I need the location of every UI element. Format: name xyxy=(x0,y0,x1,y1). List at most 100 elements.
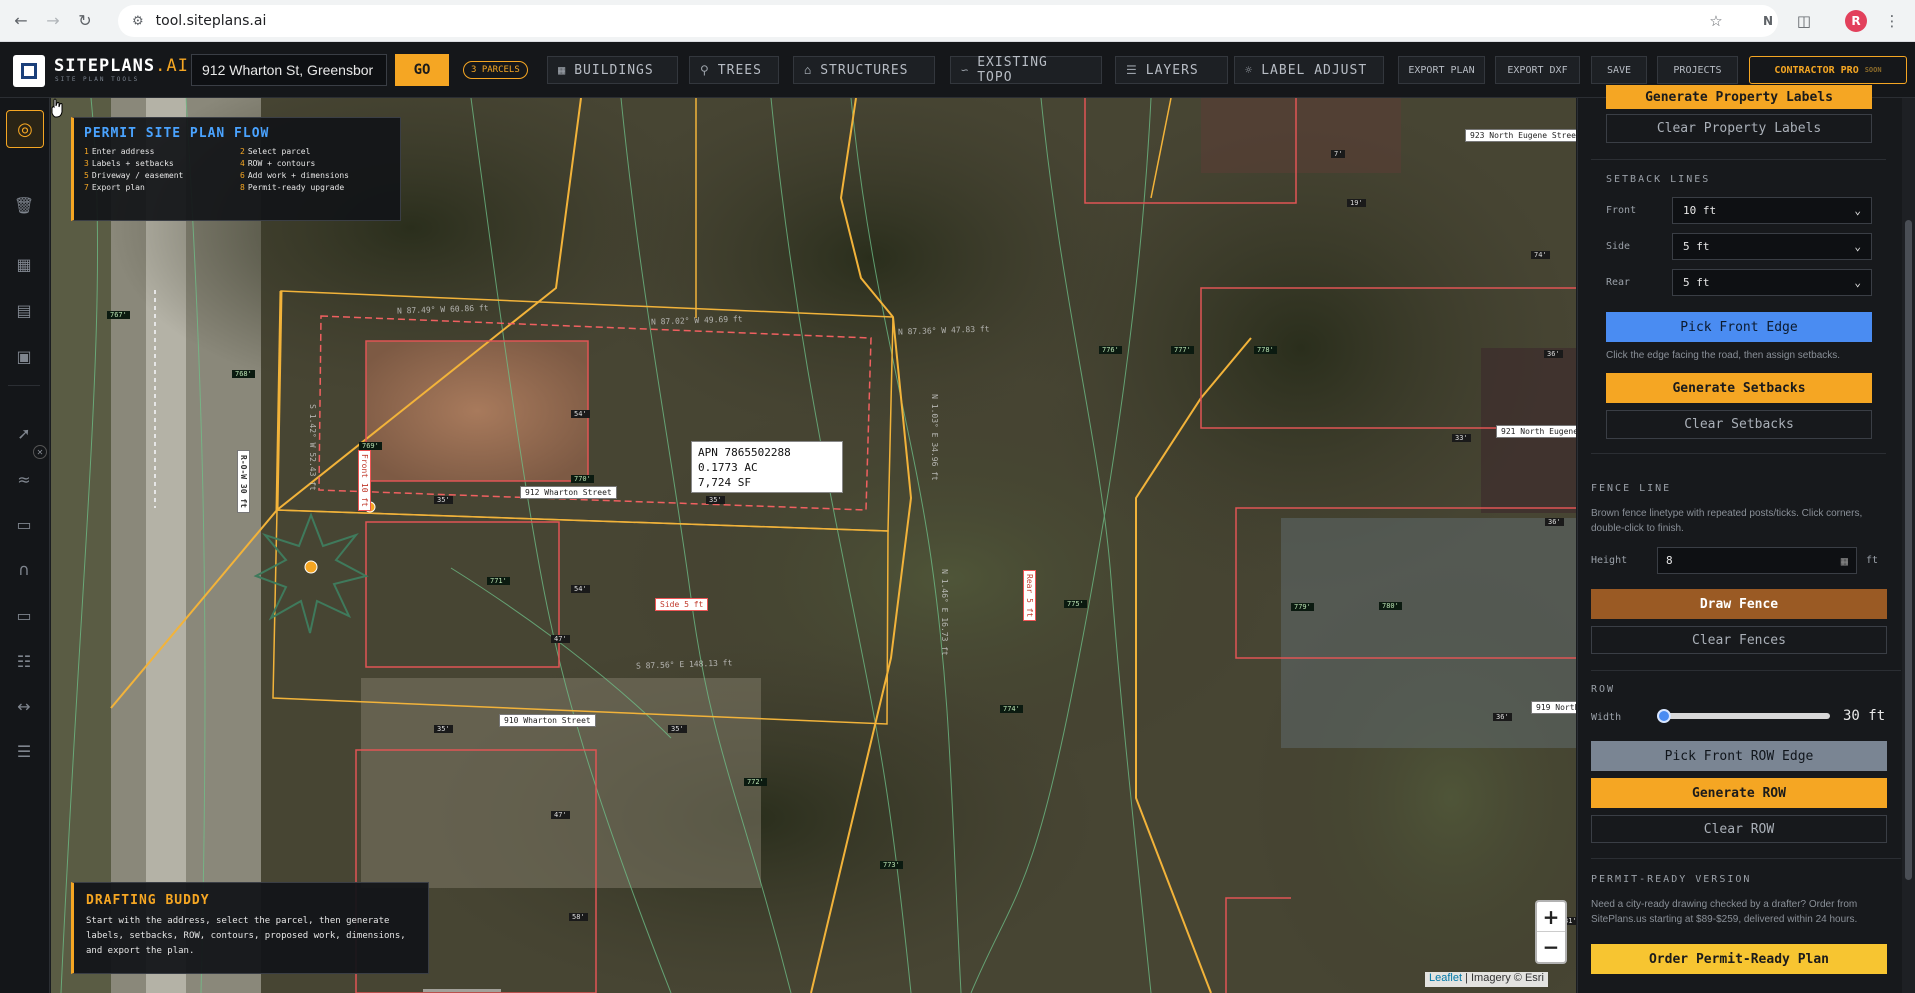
export-dxf-button[interactable]: EXPORT DXF xyxy=(1495,56,1580,84)
pick-front-row-edge-button[interactable]: Pick Front ROW Edge xyxy=(1591,741,1887,771)
front-setback-select[interactable]: 10 ft ⌄ xyxy=(1672,197,1872,224)
label-adjust-button[interactable]: ☼ LABEL ADJUST xyxy=(1234,56,1384,84)
browser-toolbar: ← → ↻ ⚙ tool.siteplans.ai ☆ N ◫ R ⋮ xyxy=(0,0,1915,42)
extensions-puzzle-icon[interactable]: ◫ xyxy=(1792,9,1816,33)
row-width-value: 30 ft xyxy=(1843,708,1886,724)
grid-tool-icon[interactable]: ▦ xyxy=(11,251,37,277)
zoom-in-button[interactable]: + xyxy=(1537,902,1565,932)
buildings-button[interactable]: ▦ BUILDINGS xyxy=(547,56,678,84)
clear-fences-button[interactable]: Clear Fences xyxy=(1591,626,1887,654)
fence-height-input[interactable]: 8 ▦ xyxy=(1657,547,1857,574)
forward-icon[interactable]: → xyxy=(42,10,64,32)
slope-icon[interactable]: ➚ xyxy=(11,420,37,446)
flow-step: 8 Permit-ready upgrade xyxy=(240,183,390,192)
dimension-label: 47' xyxy=(551,811,570,819)
logo-icon xyxy=(13,55,45,87)
apn-acres: 0.1773 AC xyxy=(698,461,758,474)
flow-step-number: 4 xyxy=(240,159,245,168)
side-setback-select[interactable]: 5 ft ⌄ xyxy=(1672,233,1872,260)
roof-912 xyxy=(366,341,588,481)
flow-step-number: 7 xyxy=(84,183,89,192)
dimension-label: 47' xyxy=(551,635,570,643)
dimension-label: 58' xyxy=(569,913,588,921)
profile-avatar[interactable]: R xyxy=(1845,10,1867,32)
leaflet-link[interactable]: Leaflet xyxy=(1429,972,1462,984)
contour-label: 774' xyxy=(1000,705,1023,713)
rear-setback-select[interactable]: 5 ft ⌄ xyxy=(1672,269,1872,296)
address-label: 912 Wharton Street xyxy=(520,486,617,499)
apn-info-box[interactable]: APN 7865502288 0.1773 AC 7,724 SF xyxy=(691,441,843,493)
label-adjust-label: LABEL ADJUST xyxy=(1261,62,1368,78)
flow-step-number: 8 xyxy=(240,183,245,192)
select-target-icon[interactable]: ◎ xyxy=(6,110,44,148)
url-bar[interactable]: ⚙ tool.siteplans.ai xyxy=(118,5,1778,37)
address-label: 923 North Eugene Street xyxy=(1465,129,1576,142)
go-button[interactable]: GO xyxy=(395,54,449,86)
zoom-out-button[interactable]: − xyxy=(1537,932,1565,962)
generate-setbacks-button[interactable]: Generate Setbacks xyxy=(1606,373,1872,403)
structures-button[interactable]: ⌂ STRUCTURES xyxy=(793,56,935,84)
fence-icon[interactable]: ☷ xyxy=(11,648,37,674)
contour-label: 773' xyxy=(880,861,903,869)
trash-icon[interactable]: 🗑 xyxy=(11,192,37,218)
document-icon[interactable]: ▤ xyxy=(11,297,37,323)
parcels-badge[interactable]: 3 PARCELS xyxy=(463,61,528,79)
order-permit-ready-plan-button[interactable]: Order Permit-Ready Plan xyxy=(1591,944,1887,974)
map-canvas[interactable]: PERMIT SITE PLAN FLOW 1 Enter address 2 Se… xyxy=(51,98,1576,993)
browser-menu-icon[interactable]: ⋮ xyxy=(1880,9,1904,33)
clear-row-button[interactable]: Clear ROW xyxy=(1591,815,1887,843)
stepper-icon[interactable]: ▦ xyxy=(1841,554,1848,568)
scrollbar-thumb[interactable] xyxy=(1905,220,1912,880)
row-width-slider-thumb[interactable] xyxy=(1657,709,1671,723)
permit-flow-panel: PERMIT SITE PLAN FLOW 1 Enter address 2 Se… xyxy=(71,117,401,221)
bookmark-star-icon[interactable]: ☆ xyxy=(1704,9,1728,33)
dimension-label: 54' xyxy=(571,585,590,593)
permit-ready-hint: Need a city-ready drawing checked by a d… xyxy=(1591,899,1858,925)
width-label: Width xyxy=(1591,712,1622,723)
dimension-label: 35' xyxy=(668,725,687,733)
easement-icon[interactable]: ▭ xyxy=(11,602,37,628)
flow-step-text: Permit-ready upgrade xyxy=(247,183,345,192)
close-small-icon[interactable]: ✕ xyxy=(33,445,47,459)
layers-button[interactable]: ☰ LAYERS xyxy=(1115,56,1228,84)
export-plan-button[interactable]: EXPORT PLAN xyxy=(1398,56,1485,84)
dimension-icon[interactable]: ↔ xyxy=(11,693,37,719)
dimension-label: 74' xyxy=(1531,251,1550,259)
tree-icon: ⚲ xyxy=(700,63,710,77)
draw-fence-button[interactable]: Draw Fence xyxy=(1591,589,1887,619)
back-icon[interactable]: ← xyxy=(10,10,32,32)
front-setback-value: 10 ft xyxy=(1683,204,1717,217)
contour-label: 778' xyxy=(1254,346,1277,354)
arch-icon[interactable]: ∩ xyxy=(11,556,37,582)
zoom-control: + − xyxy=(1535,900,1567,964)
panel-scrollbar[interactable] xyxy=(1902,98,1915,993)
frame-icon[interactable]: ▣ xyxy=(11,343,37,369)
generate-row-button[interactable]: Generate ROW xyxy=(1591,778,1887,808)
clear-property-labels-button[interactable]: Clear Property Labels xyxy=(1606,114,1872,143)
extension-icon[interactable]: N xyxy=(1756,9,1780,33)
clear-setbacks-button[interactable]: Clear Setbacks xyxy=(1606,410,1872,439)
reload-icon[interactable]: ↻ xyxy=(74,10,96,32)
existing-topo-button[interactable]: ∽ EXISTING TOPO xyxy=(950,55,1102,85)
address-label: 910 Wharton Street xyxy=(499,714,596,727)
list-icon[interactable]: ☰ xyxy=(11,738,37,764)
site-info-icon[interactable]: ⚙ xyxy=(132,14,144,29)
side-setback-label: Side 5 ft xyxy=(655,598,709,611)
contour-label: 770' xyxy=(571,475,594,483)
address-input[interactable] xyxy=(191,54,387,86)
flow-step-text: Select parcel xyxy=(247,147,311,156)
rear-setback-value: 5 ft xyxy=(1683,276,1710,289)
structure-icon: ⌂ xyxy=(804,63,813,77)
contour-icon[interactable]: ≈ xyxy=(11,466,37,492)
driveway-icon[interactable]: ▭ xyxy=(11,511,37,537)
row-width-slider-track[interactable] xyxy=(1660,713,1830,719)
flow-step-text: Enter address xyxy=(91,147,155,156)
trees-button[interactable]: ⚲ TREES xyxy=(689,56,779,84)
flow-step-number: 3 xyxy=(84,159,89,168)
label-adjust-icon: ☼ xyxy=(1245,63,1254,77)
apn-number: APN 7865502288 xyxy=(698,446,791,459)
pick-front-edge-button[interactable]: Pick Front Edge xyxy=(1606,312,1872,342)
flow-step-text: ROW + contours xyxy=(247,159,316,168)
contour-label: 779' xyxy=(1291,603,1314,611)
apn-sqft: 7,724 SF xyxy=(698,476,751,489)
